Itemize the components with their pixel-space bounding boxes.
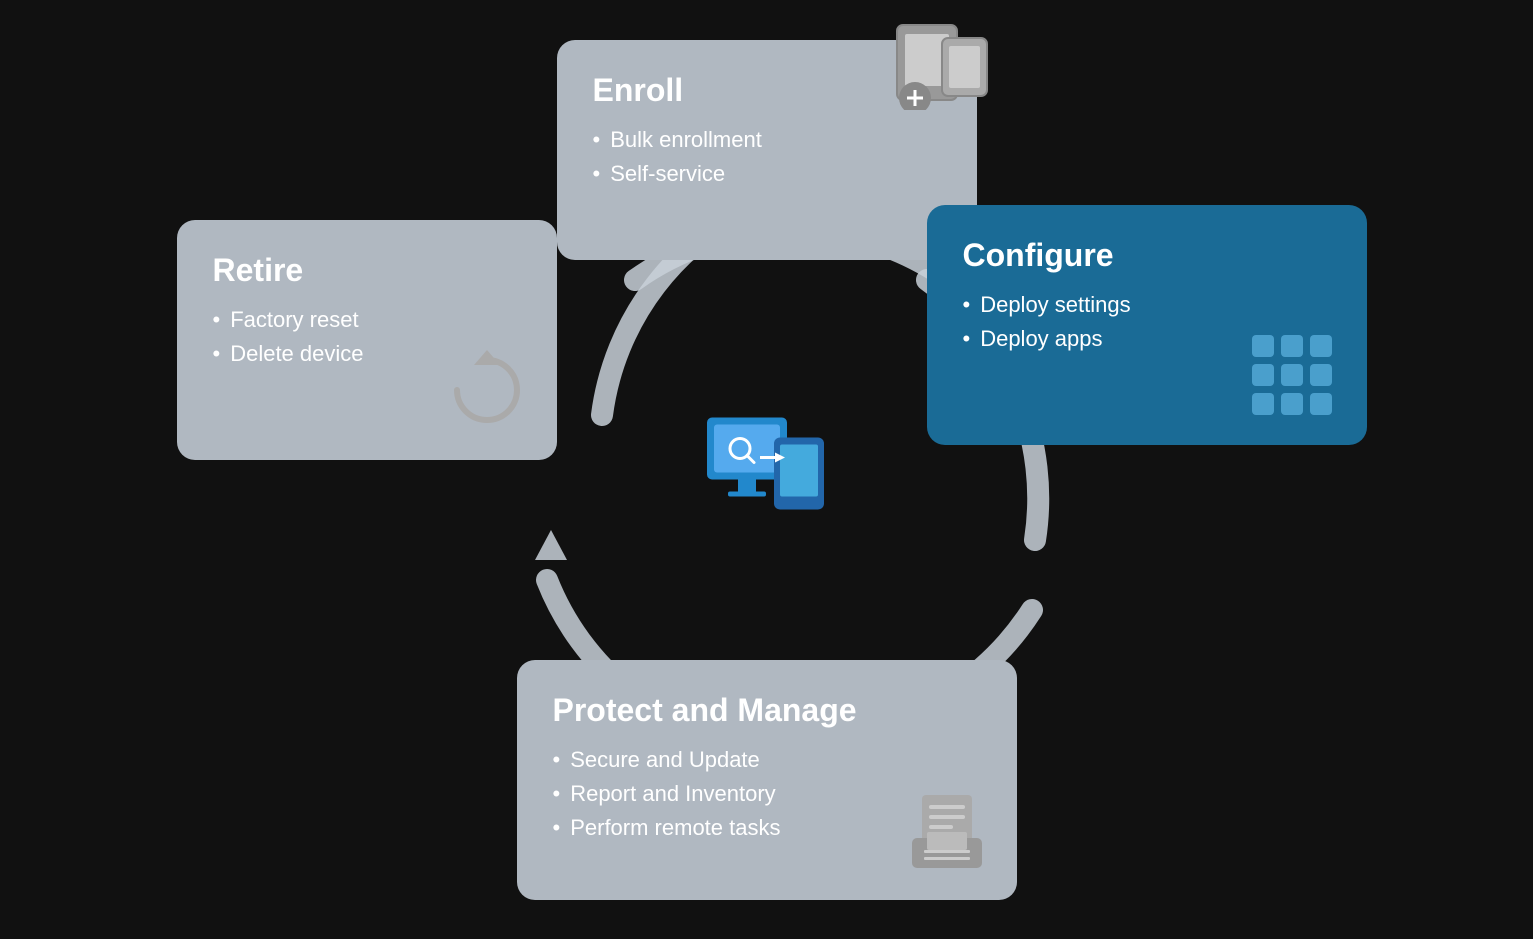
configure-card: Configure Deploy settings Deploy apps xyxy=(927,205,1367,445)
protect-title: Protect and Manage xyxy=(553,692,981,729)
configure-title: Configure xyxy=(963,237,1331,274)
center-icon xyxy=(702,412,832,527)
enroll-item-1: Bulk enrollment xyxy=(593,127,941,153)
enroll-card: Enroll Bulk enrollment Self-service xyxy=(557,40,977,260)
retire-icon xyxy=(442,345,532,440)
retire-item-1: Factory reset xyxy=(213,307,521,333)
protect-icon xyxy=(902,790,992,885)
retire-card: Retire Factory reset Delete device xyxy=(177,220,557,460)
diagram-container: Enroll Bulk enrollment Self-service Reti… xyxy=(167,30,1367,910)
enroll-icon xyxy=(887,10,997,115)
enroll-list: Bulk enrollment Self-service xyxy=(593,127,941,187)
configure-icon xyxy=(1247,330,1337,425)
protect-item-1: Secure and Update xyxy=(553,747,981,773)
enroll-item-2: Self-service xyxy=(593,161,941,187)
protect-card: Protect and Manage Secure and Update Rep… xyxy=(517,660,1017,900)
retire-title: Retire xyxy=(213,252,521,289)
configure-item-1: Deploy settings xyxy=(963,292,1331,318)
